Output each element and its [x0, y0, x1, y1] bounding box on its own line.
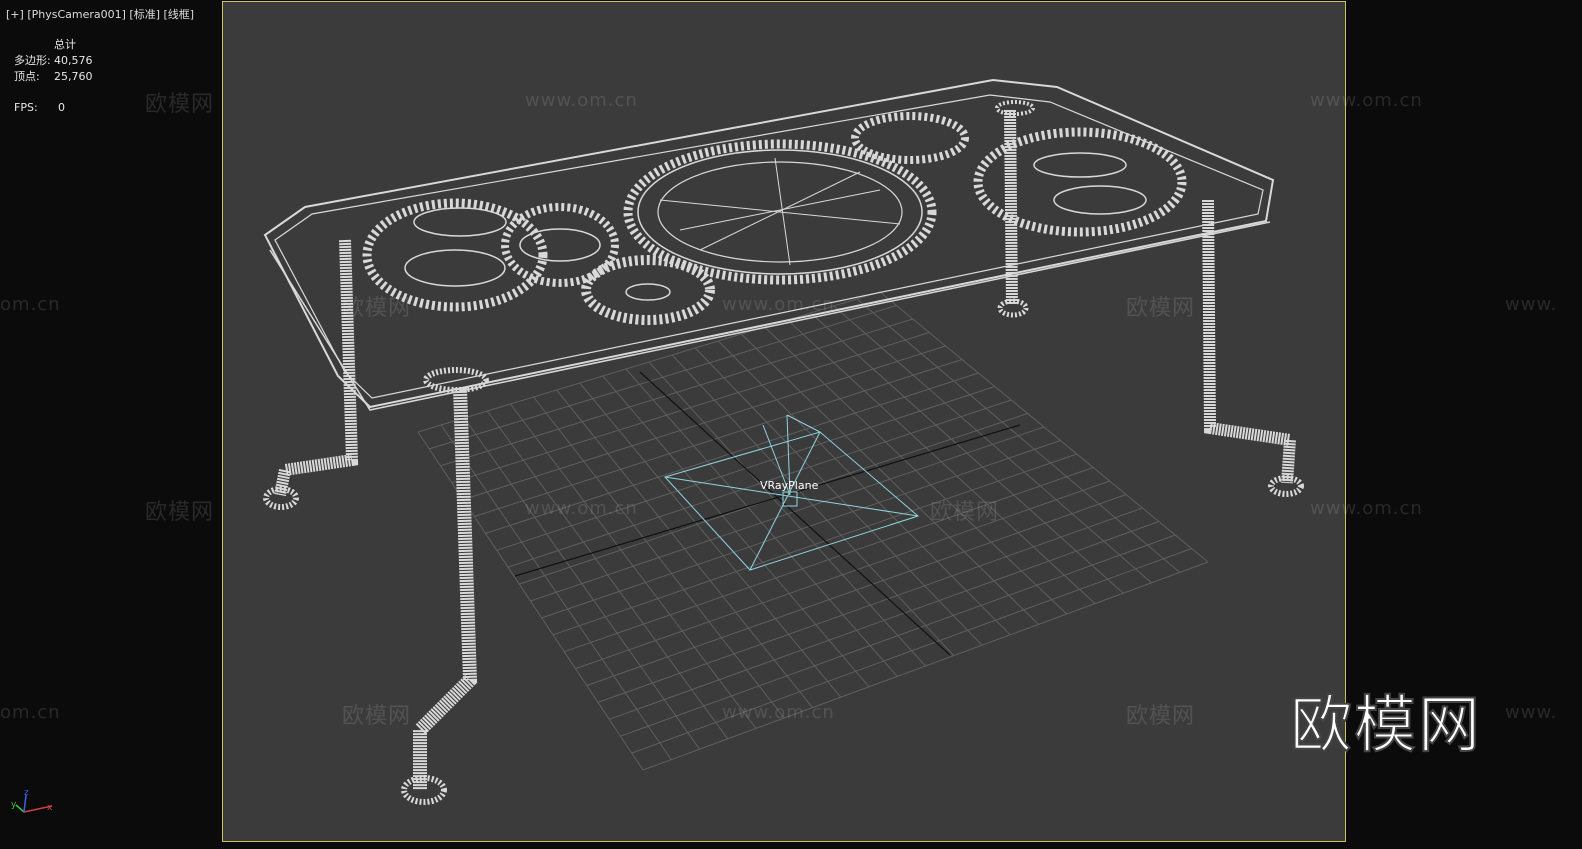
gear-top — [851, 112, 969, 164]
leg-back-right — [1004, 109, 1018, 306]
brand-logo: 欧模网 — [1289, 687, 1483, 762]
watermark-url: om.cn — [0, 702, 61, 723]
watermark-url: www.om.cn — [722, 702, 835, 723]
watermark-url: www.om.cn — [525, 90, 638, 111]
watermark-brand: 欧模网 — [342, 704, 412, 729]
grid-line — [620, 534, 1176, 737]
leg-front-right — [1202, 199, 1297, 484]
watermark-brand: 欧模网 — [145, 92, 215, 117]
axis-z-label: z — [24, 788, 29, 798]
watermark-brand: 欧模网 — [145, 500, 215, 525]
watermark-url: www. — [1505, 294, 1558, 315]
axis-x-label: x — [47, 803, 53, 813]
vray-plane-label: VRayPlane — [760, 479, 819, 492]
watermark-url: www.om.cn — [722, 294, 835, 315]
watermark-url: om.cn — [0, 294, 61, 315]
viewport-root: [+] [PhysCamera001] [标准] [线框] 总计 多边形: 40… — [0, 0, 1582, 849]
axis-y-label: y — [11, 800, 17, 810]
watermark-url: www.om.cn — [1310, 498, 1423, 519]
leg-front-left — [413, 387, 478, 790]
watermark-brand: 欧模网 — [342, 296, 412, 321]
watermark-brand: 欧模网 — [1126, 296, 1196, 321]
watermark-url: www.om.cn — [1310, 90, 1423, 111]
leg-back-left — [274, 239, 359, 497]
grid-line — [642, 561, 1209, 771]
watermark-brand: 欧模网 — [1126, 704, 1196, 729]
watermark-url: www. — [1505, 702, 1558, 723]
grid-line — [609, 521, 1159, 720]
gear-table-wireframe[interactable] — [263, 78, 1304, 805]
grid-line — [631, 548, 1192, 754]
watermark-brand: 欧模网 — [930, 500, 1000, 525]
watermark-url: www.om.cn — [525, 498, 638, 519]
